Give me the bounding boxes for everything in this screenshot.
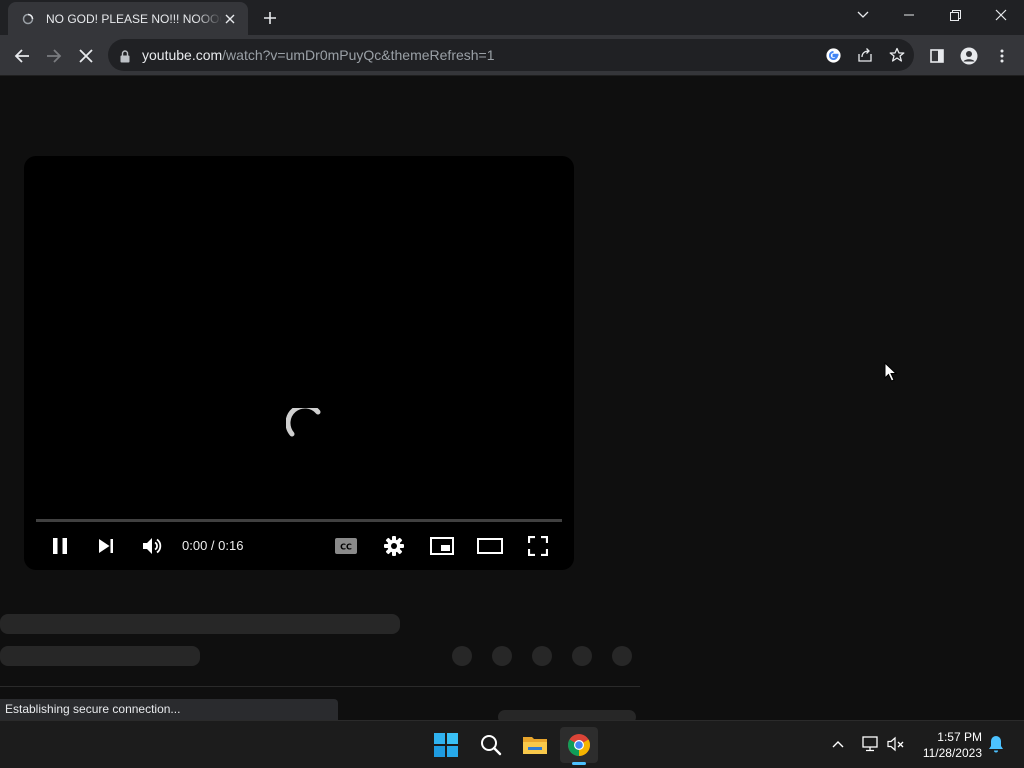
title-skeleton <box>0 614 400 634</box>
clock-date: 11/28/2023 <box>922 746 982 760</box>
arrow-left-icon[interactable] <box>9 43 35 69</box>
browser-tab[interactable]: NO GOD! PLEASE NO!!! NOOOOOOO <box>8 2 248 35</box>
kebab-menu-icon[interactable] <box>989 43 1015 69</box>
page-content: 0:00 / 0:16 CC <box>0 76 1024 724</box>
stop-loading-icon[interactable] <box>73 43 99 69</box>
close-icon[interactable] <box>978 0 1024 30</box>
action-skeleton <box>452 646 472 666</box>
browser-toolbar: youtube.com/watch?v=umDr0mPuyQc&themeRef… <box>0 35 1024 76</box>
lock-icon[interactable] <box>120 48 130 67</box>
arrow-right-icon[interactable] <box>41 43 67 69</box>
network-icon[interactable] <box>859 733 881 755</box>
video-progress-bar[interactable] <box>36 519 562 522</box>
address-bar[interactable]: youtube.com/watch?v=umDr0mPuyQc&themeRef… <box>108 39 914 71</box>
taskbar-clock[interactable]: 1:57 PM 11/28/2023 <box>912 729 982 761</box>
restore-icon[interactable] <box>932 0 978 30</box>
time-total: 0:16 <box>218 538 244 553</box>
url-host: youtube.com <box>142 47 223 63</box>
divider <box>0 686 640 687</box>
volume-muted-icon[interactable] <box>885 733 907 755</box>
share-icon[interactable] <box>856 46 874 64</box>
chrome-icon[interactable] <box>560 727 598 763</box>
notification-bell-icon[interactable] <box>985 733 1007 755</box>
loading-globe-icon <box>22 13 34 25</box>
chevron-up-icon[interactable] <box>827 733 849 755</box>
volume-icon[interactable] <box>138 532 166 560</box>
pause-icon[interactable] <box>46 532 74 560</box>
action-skeleton <box>612 646 632 666</box>
url-text[interactable]: youtube.com/watch?v=umDr0mPuyQc&themeRef… <box>142 47 495 63</box>
star-icon[interactable] <box>888 46 906 64</box>
tab-title: NO GOD! PLEASE NO!!! NOOOOOOO <box>46 11 222 26</box>
taskbar: 1:57 PM 11/28/2023 <box>0 720 1024 768</box>
profile-icon[interactable] <box>956 43 982 69</box>
chevron-down-icon[interactable] <box>840 0 886 30</box>
svg-text:CC: CC <box>340 543 352 552</box>
file-explorer-icon[interactable] <box>516 727 554 763</box>
time-current: 0:00 <box>182 538 208 553</box>
url-path: /watch?v=umDr0mPuyQc&themeRefresh=1 <box>222 47 495 63</box>
miniplayer-icon[interactable] <box>428 532 456 560</box>
settings-icon[interactable] <box>380 532 408 560</box>
plus-icon[interactable] <box>260 8 280 28</box>
fullscreen-icon[interactable] <box>524 532 552 560</box>
video-timecode: 0:00 / 0:16 <box>182 538 243 553</box>
active-app-indicator <box>572 762 586 765</box>
minimize-icon[interactable] <box>886 0 932 30</box>
theater-icon[interactable] <box>476 532 504 560</box>
time-separator: / <box>207 538 219 553</box>
mouse-pointer-icon <box>884 361 898 386</box>
video-player[interactable]: 0:00 / 0:16 CC <box>24 156 574 570</box>
status-bubble: Establishing secure connection... <box>0 699 338 720</box>
action-skeleton <box>572 646 592 666</box>
action-skeleton <box>532 646 552 666</box>
close-icon[interactable] <box>222 11 238 27</box>
channel-skeleton <box>0 646 200 666</box>
windows-start-icon[interactable] <box>427 727 465 763</box>
search-icon[interactable] <box>472 727 510 763</box>
tab-strip: NO GOD! PLEASE NO!!! NOOOOOOO <box>0 0 1024 35</box>
captions-icon[interactable]: CC <box>332 532 360 560</box>
side-panel-icon[interactable] <box>924 43 950 69</box>
action-skeleton <box>492 646 512 666</box>
google-lens-icon[interactable] <box>824 46 842 64</box>
clock-time: 1:57 PM <box>937 730 982 744</box>
loading-spinner-icon <box>285 403 326 452</box>
next-icon[interactable] <box>92 532 120 560</box>
